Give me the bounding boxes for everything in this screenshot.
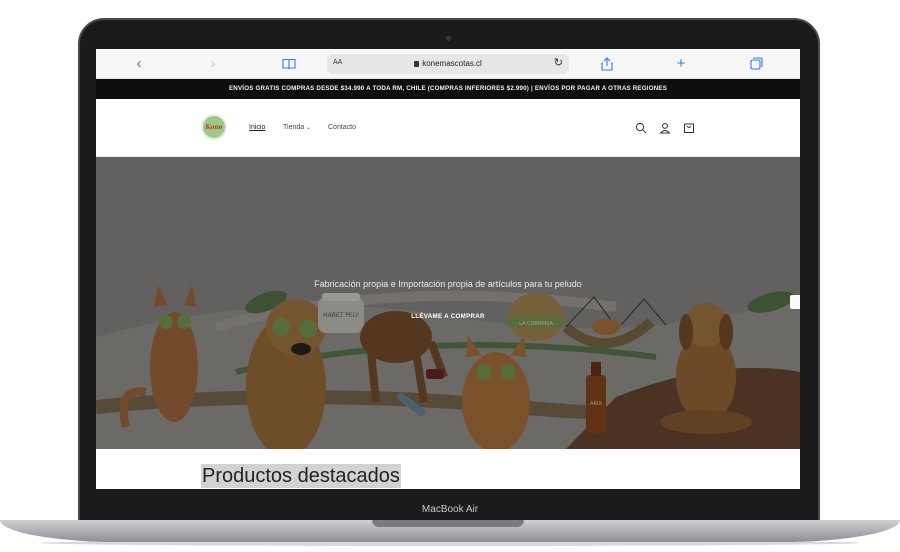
device-brand: MacBook Air [421,504,479,515]
nav-tienda[interactable]: Tienda ⌄ [283,124,311,131]
cart-icon[interactable] [683,121,695,133]
share-icon[interactable] [594,53,620,75]
shop-now-button[interactable]: LLÉVAME A COMPRAR [398,308,498,326]
search-icon[interactable] [635,121,647,134]
lock-icon [414,61,420,67]
laptop-frame: MacBook Air ‹ › AA konemascotas.cl ↻ + E… [0,0,900,552]
screen: ‹ › AA konemascotas.cl ↻ + ENVÍOS GRATIS… [96,49,800,489]
browser-toolbar: ‹ › AA konemascotas.cl ↻ + [96,49,800,79]
announcement-bar: ENVÍOS GRATIS COMPRAS DESDE $34.990 A TO… [96,79,800,99]
logo-text: Kone [205,124,223,131]
featured-title: Productos destacados [201,464,401,488]
camera-icon [446,36,451,41]
book-icon[interactable] [276,53,302,75]
slider-handle[interactable] [790,295,800,309]
nav-contacto[interactable]: Contacto [328,124,356,131]
nav-inicio[interactable]: Inicio [249,124,265,131]
hero-overlay [96,157,800,449]
chevron-left-icon[interactable]: ‹ [126,53,152,75]
hero-title: Fabricación propia e Importación propia … [314,279,582,289]
laptop-notch [372,520,524,527]
store-logo[interactable]: Kone [201,114,227,140]
url-bar[interactable]: AA konemascotas.cl ↻ [327,54,569,74]
reload-icon[interactable]: ↻ [554,56,563,69]
account-icon[interactable] [659,121,671,134]
chevron-right-icon[interactable]: › [200,53,226,75]
hero-banner: HABET PELY LA CORRERIA ARIX Fabricación … [96,157,800,449]
store-header: Kone Inicio Tienda ⌄ Contacto [96,99,800,157]
featured-section: Productos destacados [96,449,800,489]
chevron-down-icon: ⌄ [306,125,312,131]
plus-icon[interactable]: + [668,53,694,75]
url-text: konemascotas.cl [422,59,482,68]
tabs-icon[interactable] [743,53,769,75]
